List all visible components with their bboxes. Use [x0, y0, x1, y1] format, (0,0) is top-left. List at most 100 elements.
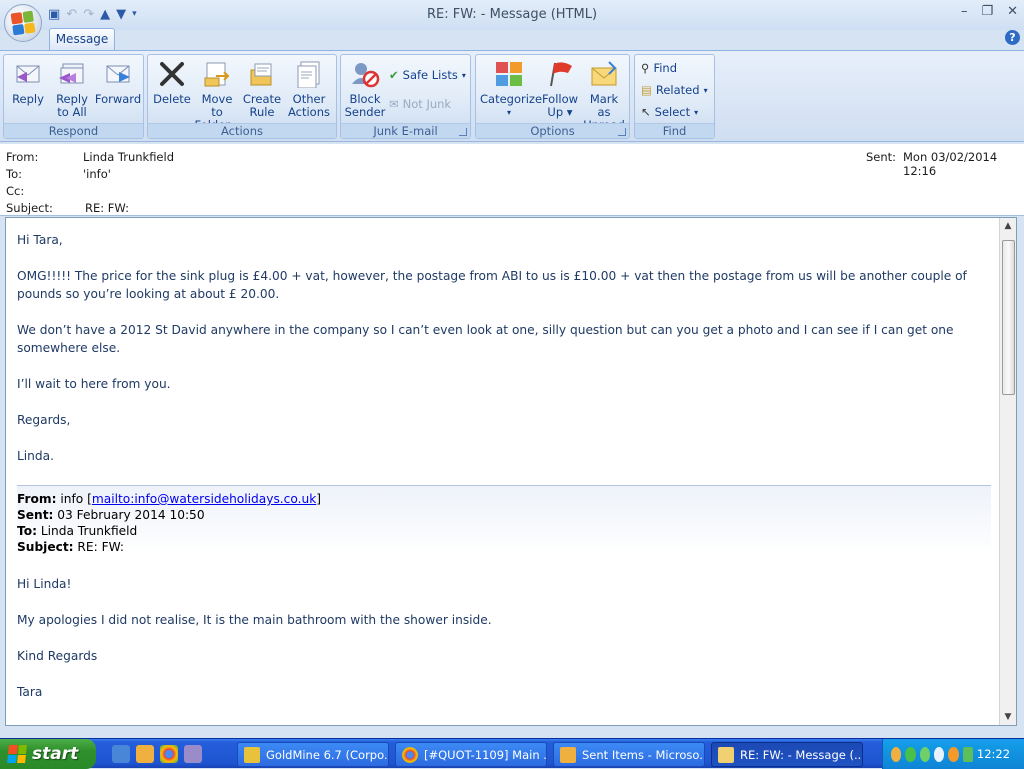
move-to-folder-button[interactable]: Move to Folder ▾ [194, 58, 240, 132]
reply-all-icon [56, 58, 88, 90]
message-body[interactable]: Hi Tara, OMG!!!!! The price for the sink… [5, 217, 1017, 726]
create-rule-button[interactable]: Create Rule [242, 58, 282, 119]
close-icon[interactable]: ✕ [1007, 4, 1018, 19]
quoted-to: To: Linda Trunkfield [17, 524, 138, 538]
cc-label: Cc: [6, 184, 25, 198]
other-actions-icon [293, 58, 325, 90]
find-button[interactable]: ⚲ Find [641, 59, 677, 77]
tray-status-icon[interactable] [905, 746, 916, 762]
mark-as-unread-button[interactable]: Mark as Unread [582, 58, 626, 132]
taskbar-item-goldmine[interactable]: GoldMine 6.7 (Corpo... [237, 742, 389, 767]
binoculars-icon: ⚲ [641, 61, 650, 75]
group-label-respond: Respond [4, 123, 143, 138]
ie-icon[interactable] [112, 745, 130, 763]
body-paragraph: Regards, [17, 413, 71, 427]
sent-label: Sent: [866, 150, 897, 164]
chrome-icon[interactable] [160, 745, 178, 763]
group-options: Categorize ▾ Follow Up ▾ Mark as Unread … [475, 54, 630, 139]
forward-button[interactable]: Forward [94, 58, 142, 106]
quoted-sent: Sent: 03 February 2014 10:50 [17, 508, 205, 522]
system-tray: 12:22 [882, 739, 1024, 769]
to-value[interactable]: 'info' [83, 167, 111, 181]
taskbar-item-message[interactable]: RE: FW: - Message (... [711, 742, 863, 767]
body-paragraph: My apologies I did not realise, It is th… [17, 613, 492, 627]
delete-button[interactable]: Delete [152, 58, 192, 106]
scroll-thumb[interactable] [1002, 240, 1015, 395]
to-label: To: [6, 167, 22, 181]
tray-app-icon[interactable] [948, 746, 959, 762]
cursor-icon: ↖ [641, 105, 651, 119]
start-button[interactable]: start [0, 739, 96, 769]
body-paragraph: Linda. [17, 449, 54, 463]
outlook-icon[interactable] [136, 745, 154, 763]
categorize-icon [493, 58, 525, 90]
tray-outlook-icon[interactable] [891, 746, 902, 762]
from-label: From: [6, 150, 39, 164]
ribbon: Reply Reply to All Forward Respond Delet… [0, 50, 1024, 142]
reply-icon [12, 58, 44, 90]
clock[interactable]: 12:22 [977, 747, 1010, 761]
group-label-junk: Junk E-mail [341, 123, 470, 138]
quoted-from: From: info [mailto:info@watersideholiday… [17, 492, 322, 506]
body-paragraph: Hi Linda! [17, 577, 72, 591]
sent-value: Mon 03/02/2014 12:16 [903, 150, 998, 178]
group-respond: Reply Reply to All Forward Respond [3, 54, 144, 139]
office-button[interactable] [4, 4, 42, 42]
tray-update-icon[interactable] [962, 746, 973, 762]
reply-button[interactable]: Reply [8, 58, 48, 106]
reply-text: Hi Tara, OMG!!!!! The price for the sink… [17, 231, 982, 483]
group-find: ⚲ Find ▤ Related ▾ ↖ Select ▾ Find [634, 54, 715, 139]
subject-value: RE: FW: [85, 201, 129, 215]
tab-message[interactable]: Message [49, 28, 115, 50]
message-header: From: Linda Trunkfield To: 'info' Cc: Su… [0, 144, 1024, 216]
other-actions-button[interactable]: Other Actions ▾ [284, 58, 334, 132]
goldmine-icon [244, 746, 260, 763]
office-logo-icon [10, 10, 36, 36]
scroll-down-icon[interactable]: ▼ [1000, 709, 1016, 725]
not-junk-icon: ✉ [389, 97, 399, 111]
envelope-icon [718, 746, 734, 763]
categorize-button[interactable]: Categorize ▾ [480, 58, 542, 119]
quoted-text: Hi Linda! My apologies I did not realise… [17, 575, 991, 701]
group-label-find: Find [635, 123, 714, 138]
minimize-icon[interactable]: – [961, 4, 968, 19]
group-junk-email: Block Sender ✔ Safe Lists ▾ ✉ Not Junk Ju… [340, 54, 471, 139]
body-paragraph: We don’t have a 2012 St David anywhere i… [17, 323, 954, 355]
vertical-scrollbar[interactable]: ▲ ▼ [999, 218, 1016, 725]
follow-up-button[interactable]: Follow Up ▾ [540, 58, 580, 119]
body-paragraph: OMG!!!!! The price for the sink plug is … [17, 269, 967, 301]
safe-lists-button[interactable]: ✔ Safe Lists ▾ [389, 66, 466, 84]
move-to-folder-icon [201, 58, 233, 90]
help-icon[interactable]: ? [1005, 30, 1020, 45]
safe-lists-icon: ✔ [389, 68, 399, 82]
restore-icon[interactable]: ❐ [981, 4, 993, 19]
options-dialog-launcher-icon[interactable] [618, 128, 626, 136]
ribbon-tab-row: Message ? [0, 26, 1024, 50]
body-paragraph: Hi Tara, [17, 233, 63, 247]
related-icon: ▤ [641, 83, 652, 97]
mark-as-unread-icon [588, 58, 620, 90]
chrome-icon [402, 746, 418, 763]
block-sender-button[interactable]: Block Sender [343, 58, 387, 119]
group-label-options: Options [476, 123, 629, 138]
reply-all-button[interactable]: Reply to All [52, 58, 92, 119]
app-icon[interactable] [184, 745, 202, 763]
body-paragraph: Kind Regards [17, 649, 98, 663]
email-link[interactable]: mailto:info@watersideholidays.co.uk [92, 492, 316, 506]
create-rule-icon [246, 58, 278, 90]
tray-network-icon[interactable] [919, 746, 930, 762]
related-button[interactable]: ▤ Related ▾ [641, 81, 708, 99]
junk-dialog-launcher-icon[interactable] [459, 128, 467, 136]
scroll-up-icon[interactable]: ▲ [1000, 218, 1016, 234]
follow-up-flag-icon [544, 58, 576, 90]
taskbar-item-chrome[interactable]: [#QUOT-1109] Main ... [395, 742, 547, 767]
group-actions: Delete Move to Folder ▾ Create Rule Othe… [147, 54, 337, 139]
not-junk-button[interactable]: ✉ Not Junk [389, 95, 451, 113]
taskbar: start GoldMine 6.7 (Corpo... [#QUOT-1109… [0, 738, 1024, 769]
tray-search-icon[interactable] [933, 746, 945, 762]
taskbar-item-sent-items[interactable]: Sent Items - Microso... [553, 742, 705, 767]
quoted-message: From: info [mailto:info@watersideholiday… [17, 485, 991, 719]
windows-flag-icon [7, 745, 27, 763]
select-button[interactable]: ↖ Select ▾ [641, 103, 698, 121]
from-value[interactable]: Linda Trunkfield [83, 150, 174, 164]
